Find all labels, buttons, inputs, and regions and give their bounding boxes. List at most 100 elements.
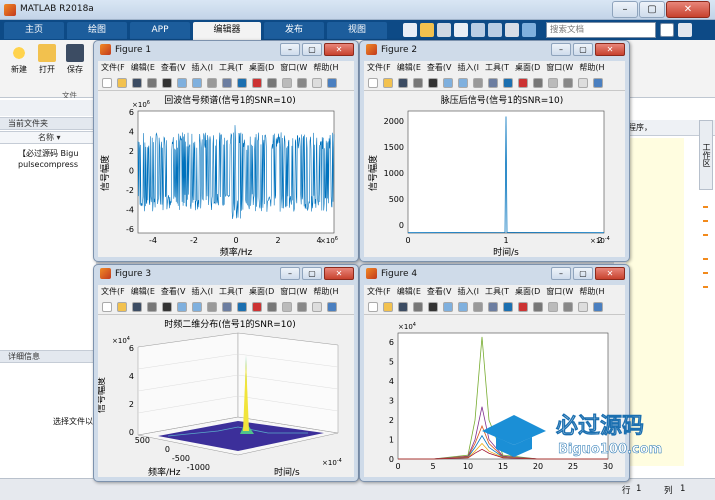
maximize-button[interactable]: ▢ (302, 43, 322, 56)
figure-menu-item[interactable]: 桌面(D (246, 61, 277, 75)
figure-menu-item[interactable]: 帮助(H (576, 285, 607, 299)
warning-marker[interactable] (703, 234, 708, 236)
figure-menu-item[interactable]: 文件(F (364, 285, 394, 299)
toolbar-icon[interactable] (207, 302, 217, 312)
warning-marker[interactable] (703, 220, 708, 222)
toolbar-icon[interactable] (177, 302, 187, 312)
tab-home[interactable]: 主页 (4, 22, 64, 39)
toolbar-icon[interactable] (177, 78, 187, 88)
close-button[interactable]: ✕ (666, 1, 710, 18)
close-button[interactable]: ✕ (324, 43, 354, 56)
figure-menu-item[interactable]: 桌面(D (512, 285, 543, 299)
maximize-button[interactable]: ▢ (302, 267, 322, 280)
figure-menu-item[interactable]: 窗口(W (277, 285, 310, 299)
redo-icon[interactable] (488, 23, 502, 37)
toolbar-icon[interactable] (428, 302, 438, 312)
toolbar-icon[interactable] (473, 302, 483, 312)
open-button[interactable]: 打开 (34, 44, 60, 75)
help-icon[interactable] (522, 23, 536, 37)
warning-marker[interactable] (703, 206, 708, 208)
toolbar-icon[interactable] (503, 302, 513, 312)
figure-menu-item[interactable]: 文件(F (98, 285, 128, 299)
toolbar-icon[interactable] (237, 302, 247, 312)
toolbar-icon[interactable] (192, 302, 202, 312)
figure-menu-item[interactable]: 编辑(E (394, 61, 424, 75)
maximize-button[interactable]: ▢ (573, 267, 593, 280)
toolbar-icon[interactable] (297, 78, 307, 88)
name-column-header[interactable]: 名称 ▾ (0, 131, 96, 144)
toolbar-icon[interactable] (413, 302, 423, 312)
toolbar-icon[interactable] (222, 302, 232, 312)
toolbar-icon[interactable] (593, 78, 603, 88)
toolbar-icon[interactable] (132, 78, 142, 88)
toolbar-icon[interactable] (383, 78, 393, 88)
toolbar-icon[interactable] (162, 78, 172, 88)
toolbar-icon[interactable] (312, 302, 322, 312)
toolbar-icon[interactable] (488, 302, 498, 312)
toolbar-icon[interactable] (563, 302, 573, 312)
figure-1-window[interactable]: Figure 1 – ▢ ✕ 文件(F 编辑(E 查看(V 插入(I 工具(T 桌面(D 窗口(… (93, 40, 359, 262)
toolbar-icon[interactable] (458, 78, 468, 88)
toolbar-icon[interactable] (488, 78, 498, 88)
tab-editor[interactable]: 编辑器 (193, 22, 261, 40)
new-button[interactable]: 新建 (6, 44, 32, 75)
search-documentation-input[interactable]: 搜索文档 (546, 22, 656, 38)
toolbar-icon[interactable] (368, 302, 378, 312)
toolbar-icon[interactable] (428, 78, 438, 88)
undo-icon[interactable] (471, 23, 485, 37)
minimize-button[interactable]: – (280, 43, 300, 56)
toolbar-icon[interactable] (252, 302, 262, 312)
toolbar-icon[interactable] (548, 78, 558, 88)
figure-menu-item[interactable]: 帮助(H (310, 61, 341, 75)
tab-publish[interactable]: 发布 (264, 22, 324, 39)
figure-menu-item[interactable]: 桌面(D (512, 61, 543, 75)
figure-menu-item[interactable]: 插入(I (189, 61, 216, 75)
figure-menu-item[interactable]: 查看(V (424, 285, 455, 299)
workspace-side-tab[interactable]: 工作区 (699, 120, 713, 190)
warning-marker[interactable] (703, 272, 708, 274)
toolbar-icon[interactable] (578, 78, 588, 88)
close-button[interactable]: ✕ (595, 43, 625, 56)
toolbar-icon[interactable] (398, 302, 408, 312)
copy-icon[interactable] (437, 23, 451, 37)
tab-view[interactable]: 视图 (327, 22, 387, 39)
toolbar-icon[interactable] (413, 78, 423, 88)
figure-menu-item[interactable]: 工具(T (482, 285, 512, 299)
toolbar-icon[interactable] (533, 78, 543, 88)
toolbar-icon[interactable] (443, 78, 453, 88)
toolbar-icon[interactable] (593, 302, 603, 312)
figure-3-window[interactable]: Figure 3 – ▢ ✕ 文件(F 编辑(E 查看(V 插入(I 工具(T 桌面(D 窗口(… (93, 264, 359, 482)
figure-menu-item[interactable]: 插入(I (455, 61, 482, 75)
toolbar-icon[interactable] (222, 78, 232, 88)
figure-menu-item[interactable]: 工具(T (216, 61, 246, 75)
close-button[interactable]: ✕ (324, 267, 354, 280)
minimize-button[interactable]: – (551, 43, 571, 56)
toolbar-icon[interactable] (327, 302, 337, 312)
maximize-button[interactable]: ▢ (573, 43, 593, 56)
toolbar-icon[interactable] (383, 302, 393, 312)
toolbar-icon[interactable] (312, 78, 322, 88)
file-item[interactable]: 【必过源码 Bigu (18, 148, 78, 159)
figure-menu-item[interactable]: 插入(I (189, 285, 216, 299)
close-button[interactable]: ✕ (595, 267, 625, 280)
search-icon[interactable] (660, 23, 674, 37)
toolbar-icon[interactable] (267, 302, 277, 312)
toolbar-icon[interactable] (443, 302, 453, 312)
address-bar[interactable] (0, 100, 96, 116)
toolbar-icon[interactable] (578, 302, 588, 312)
toolbar-icon[interactable] (398, 78, 408, 88)
toolbar-icon[interactable] (327, 78, 337, 88)
tab-apps[interactable]: APP (130, 22, 190, 39)
toolbar-icon[interactable] (252, 78, 262, 88)
toolbar-icon[interactable] (563, 78, 573, 88)
figure-menu-item[interactable]: 工具(T (216, 285, 246, 299)
figure-menu-item[interactable]: 文件(F (364, 61, 394, 75)
figure-menu-item[interactable]: 查看(V (158, 285, 189, 299)
warning-marker[interactable] (703, 258, 708, 260)
figure-menu-item[interactable]: 编辑(E (128, 61, 158, 75)
figure-menu-item[interactable]: 窗口(W (277, 61, 310, 75)
minimize-button[interactable]: – (551, 267, 571, 280)
save-button[interactable]: 保存 (62, 44, 88, 75)
toolbar-icon[interactable] (548, 302, 558, 312)
toolbar-icon[interactable] (518, 302, 528, 312)
